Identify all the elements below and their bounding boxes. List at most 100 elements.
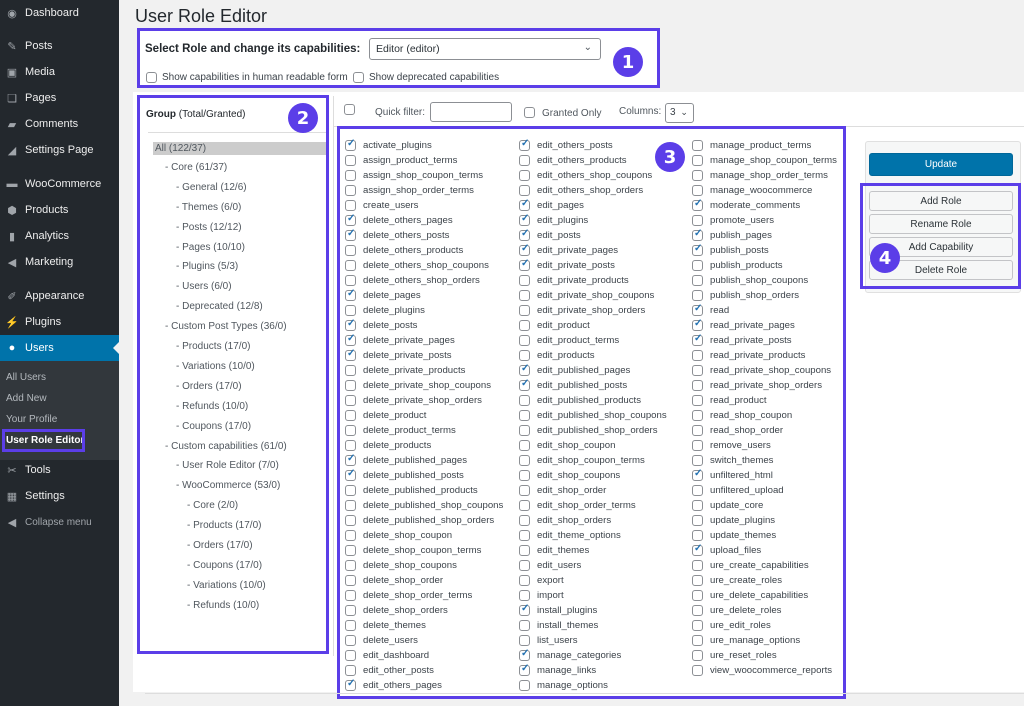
capability-item[interactable]: edit_plugins [519, 213, 667, 228]
capability-item[interactable]: publish_pages [692, 228, 837, 243]
group-item[interactable]: - Refunds (10/0) [176, 401, 248, 412]
deprecated-option[interactable]: Show deprecated capabilities [353, 72, 499, 83]
capability-item[interactable]: delete_product_terms [345, 423, 503, 438]
capability-checkbox[interactable] [519, 170, 530, 181]
capability-item[interactable]: moderate_comments [692, 198, 837, 213]
capability-item[interactable]: delete_shop_orders [345, 603, 503, 618]
capability-item[interactable]: publish_shop_orders [692, 288, 837, 303]
capability-checkbox[interactable] [692, 515, 703, 526]
capability-checkbox[interactable] [692, 155, 703, 166]
sidebar-item-woocommerce[interactable]: ▬ WooCommerce [0, 171, 119, 197]
capability-item[interactable]: edit_private_products [519, 273, 667, 288]
capability-item[interactable]: edit_others_shop_orders [519, 183, 667, 198]
capability-item[interactable]: read_private_shop_orders [692, 378, 837, 393]
capability-item[interactable]: edit_published_posts [519, 378, 667, 393]
capability-checkbox[interactable] [519, 305, 530, 316]
capability-checkbox[interactable] [345, 590, 356, 601]
capability-checkbox-checked[interactable] [345, 678, 356, 691]
capability-checkbox[interactable] [692, 455, 703, 466]
capability-item[interactable]: read_private_posts [692, 333, 837, 348]
capability-checkbox[interactable] [519, 335, 530, 346]
capability-item[interactable]: delete_others_shop_orders [345, 273, 503, 288]
capability-checkbox[interactable] [345, 245, 356, 256]
capability-checkbox-checked[interactable] [692, 543, 703, 556]
capability-checkbox[interactable] [692, 590, 703, 601]
capability-item[interactable]: delete_others_pages [345, 213, 503, 228]
capability-item[interactable]: unfiltered_html [692, 468, 837, 483]
capability-checkbox[interactable] [519, 410, 530, 421]
columns-select[interactable]: 3 ⌄ [665, 103, 694, 123]
capability-item[interactable]: assign_shop_order_terms [345, 183, 503, 198]
capability-checkbox[interactable] [345, 155, 356, 166]
sidebar-item-collapse-menu[interactable]: ◀ Collapse menu [0, 509, 119, 535]
capability-item[interactable]: edit_private_pages [519, 243, 667, 258]
capability-checkbox[interactable] [519, 590, 530, 601]
capability-item[interactable]: delete_others_shop_coupons [345, 258, 503, 273]
capability-checkbox-checked[interactable] [692, 243, 703, 256]
capability-checkbox[interactable] [345, 365, 356, 376]
capability-item[interactable]: read_shop_order [692, 423, 837, 438]
capability-checkbox[interactable] [692, 650, 703, 661]
capability-item[interactable]: edit_published_shop_orders [519, 423, 667, 438]
capability-checkbox[interactable] [345, 275, 356, 286]
group-item[interactable]: - Core (2/0) [187, 500, 238, 511]
capability-checkbox[interactable] [692, 365, 703, 376]
capability-checkbox-checked[interactable] [692, 468, 703, 481]
sidebar-item-media[interactable]: ▣ Media [0, 59, 119, 85]
capability-checkbox[interactable] [519, 620, 530, 631]
capability-checkbox[interactable] [345, 440, 356, 451]
capability-checkbox[interactable] [345, 380, 356, 391]
capability-item[interactable]: edit_shop_coupon_terms [519, 453, 667, 468]
capability-checkbox[interactable] [519, 680, 530, 691]
capability-item[interactable]: delete_products [345, 438, 503, 453]
capability-checkbox-checked[interactable] [345, 213, 356, 226]
capability-item[interactable]: create_users [345, 198, 503, 213]
capability-item[interactable]: install_plugins [519, 603, 667, 618]
capability-item[interactable]: edit_products [519, 348, 667, 363]
capability-item[interactable]: read [692, 303, 837, 318]
capability-item[interactable]: edit_published_shop_coupons [519, 408, 667, 423]
capability-checkbox[interactable] [692, 530, 703, 541]
capability-checkbox-checked[interactable] [345, 228, 356, 241]
group-item[interactable]: - Variations (10/0) [187, 580, 266, 591]
capability-item[interactable]: read_private_pages [692, 318, 837, 333]
capability-checkbox[interactable] [519, 545, 530, 556]
capability-checkbox[interactable] [519, 320, 530, 331]
capability-checkbox[interactable] [345, 560, 356, 571]
capability-checkbox-checked[interactable] [345, 453, 356, 466]
group-item[interactable]: - Custom capabilities (61/0) [165, 441, 287, 452]
capability-item[interactable]: delete_shop_coupon_terms [345, 543, 503, 558]
capability-item[interactable]: manage_options [519, 678, 667, 693]
capability-item[interactable]: delete_shop_order_terms [345, 588, 503, 603]
group-item[interactable]: - General (12/6) [176, 182, 247, 193]
capability-checkbox-checked[interactable] [692, 318, 703, 331]
rename-role-button[interactable]: Rename Role [869, 214, 1013, 234]
capability-item[interactable]: edit_theme_options [519, 528, 667, 543]
capability-checkbox[interactable] [345, 185, 356, 196]
capability-checkbox[interactable] [692, 350, 703, 361]
sidebar-item-users[interactable]: ● Users [0, 335, 119, 361]
sidebar-item-pages[interactable]: ❏ Pages [0, 85, 119, 111]
group-item[interactable]: All (122/37) [153, 142, 326, 155]
capability-item[interactable]: edit_pages [519, 198, 667, 213]
quick-filter-input[interactable] [430, 102, 512, 122]
capability-checkbox[interactable] [692, 170, 703, 181]
capability-item[interactable]: edit_product_terms [519, 333, 667, 348]
group-item[interactable]: - Coupons (17/0) [176, 421, 251, 432]
capability-item[interactable]: delete_themes [345, 618, 503, 633]
capability-item[interactable]: edit_published_products [519, 393, 667, 408]
role-select-dropdown[interactable]: Editor (editor) ⌄ [369, 38, 601, 60]
group-item[interactable]: - Orders (17/0) [187, 540, 253, 551]
capability-item[interactable]: manage_categories [519, 648, 667, 663]
capability-item[interactable]: publish_products [692, 258, 837, 273]
capability-checkbox[interactable] [692, 380, 703, 391]
capability-item[interactable]: delete_private_products [345, 363, 503, 378]
capability-item[interactable]: assign_shop_coupon_terms [345, 168, 503, 183]
group-item[interactable]: - Refunds (10/0) [187, 600, 259, 611]
capability-checkbox[interactable] [692, 185, 703, 196]
sidebar-item-marketing[interactable]: ◀ Marketing [0, 249, 119, 275]
capability-item[interactable]: update_plugins [692, 513, 837, 528]
capability-item[interactable]: delete_pages [345, 288, 503, 303]
human-readable-checkbox[interactable] [146, 72, 157, 83]
capability-checkbox[interactable] [519, 155, 530, 166]
